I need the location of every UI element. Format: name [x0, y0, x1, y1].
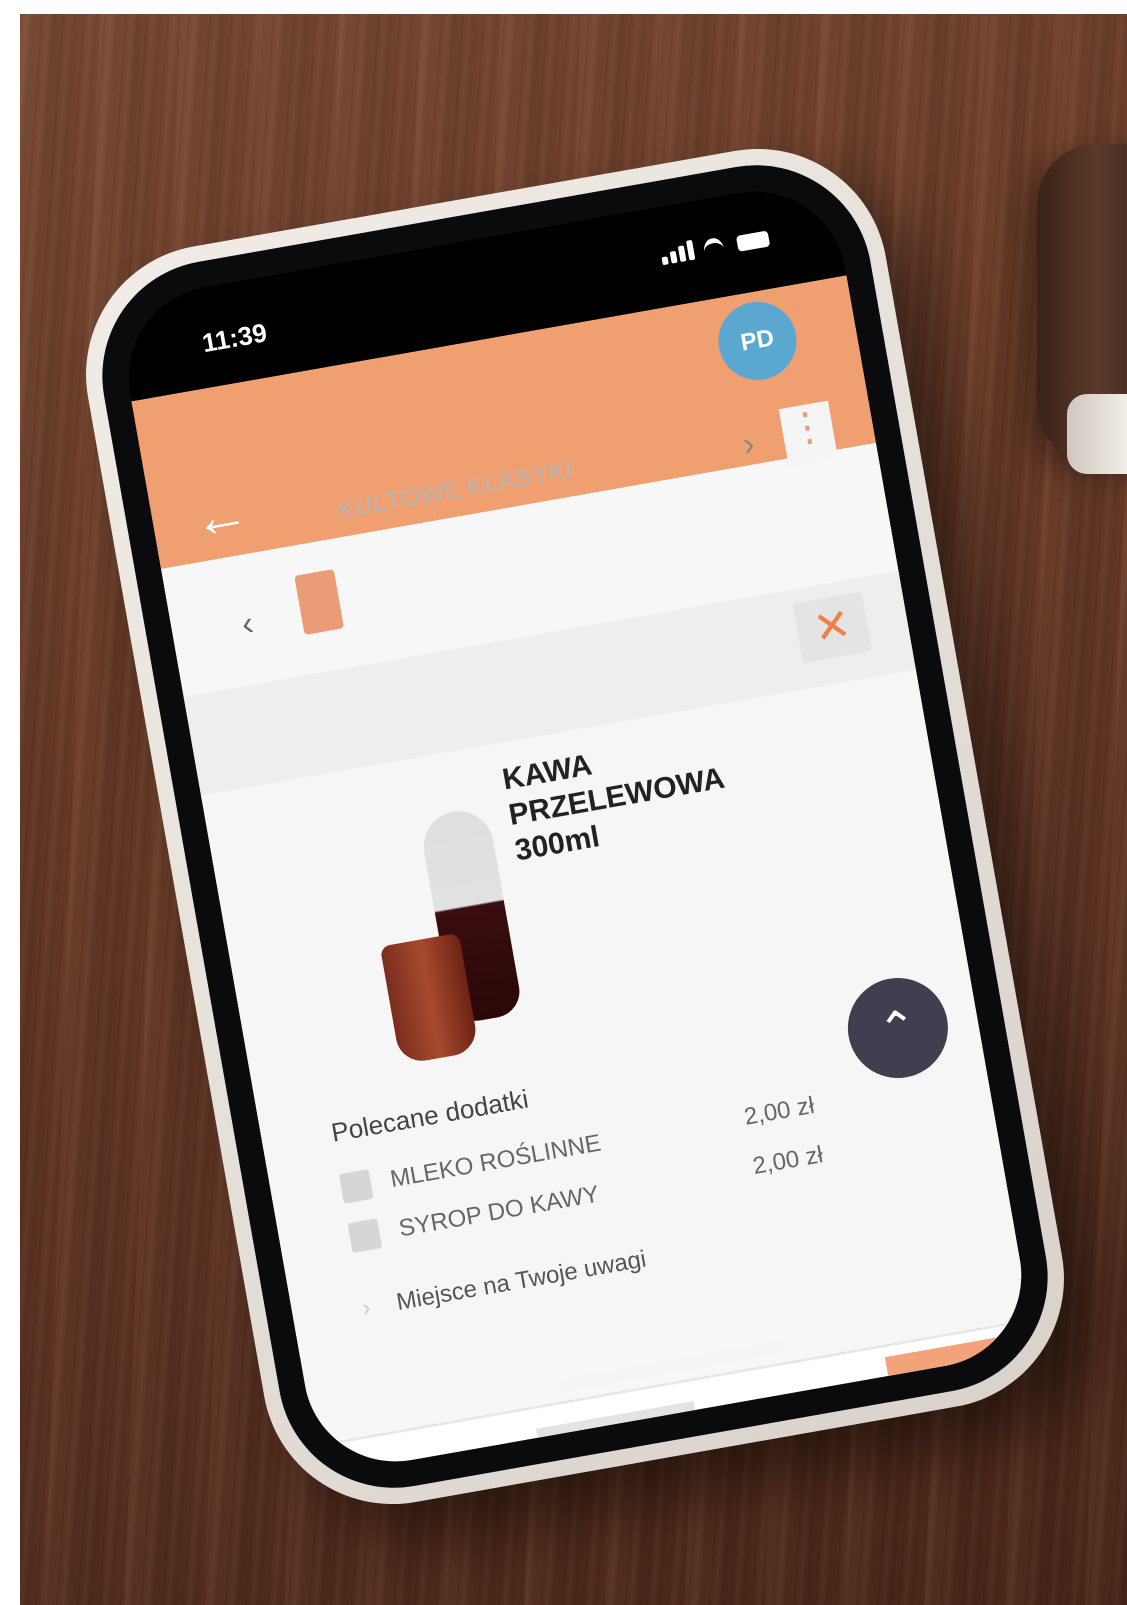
category-thumbnail	[294, 569, 345, 636]
arrow-left-icon[interactable]: ←	[188, 479, 254, 551]
status-icons	[659, 227, 771, 266]
user-avatar[interactable]: PD	[712, 295, 803, 387]
plus-button[interactable]: +	[661, 1419, 681, 1452]
smartphone: 11:39 PD ← ‹ KULTOWE KLASYKI › ⋮ ✕ KAWA …	[65, 128, 1085, 1525]
wifi-icon	[700, 234, 731, 259]
close-icon[interactable]: ✕	[792, 591, 872, 663]
quantity-stepper[interactable]: - 1 +	[536, 1401, 705, 1476]
chevron-right-icon: ›	[360, 1294, 373, 1323]
cancel-button[interactable]: Anuluj	[754, 1390, 819, 1426]
phone-screen: 11:39 PD ← ‹ KULTOWE KLASYKI › ⋮ ✕ KAWA …	[114, 177, 1036, 1476]
status-time: 11:39	[199, 317, 270, 359]
dots-vertical-icon[interactable]: ⋮	[778, 400, 839, 469]
extra-checkbox[interactable]	[338, 1169, 374, 1204]
minus-button[interactable]: -	[558, 1438, 572, 1470]
battery-icon	[735, 230, 771, 252]
extra-price: 2,00 zł	[742, 1091, 817, 1131]
product-name: KAWA PRZELEWOWA 300ml	[500, 748, 726, 868]
quantity-value: 1	[606, 1428, 627, 1461]
extra-price: 2,00 zł	[750, 1141, 826, 1181]
app-view: PD ← ‹ KULTOWE KLASYKI › ⋮ ✕ KAWA PRZELE…	[131, 275, 1036, 1476]
phone-bezel: 11:39 PD ← ‹ KULTOWE KLASYKI › ⋮ ✕ KAWA …	[83, 146, 1067, 1507]
chevron-left-icon[interactable]: ‹	[239, 604, 257, 644]
signal-icon	[659, 239, 696, 266]
wooden-table-photo: 11:39 PD ← ‹ KULTOWE KLASYKI › ⋮ ✕ KAWA …	[20, 14, 1127, 1605]
total-price: 13,00 zł	[379, 1442, 498, 1476]
product-details: KAWA PRZELEWOWA 300ml Polecane dodatki M…	[200, 669, 1031, 1446]
extra-checkbox[interactable]	[347, 1218, 383, 1254]
chevron-up-icon[interactable]: ⌃	[839, 970, 956, 1086]
note-label: Miejsce na Twoje uwagi	[394, 1245, 649, 1316]
mug-rim	[1067, 394, 1127, 474]
note-toggle[interactable]: › Miejsce na Twoje uwagi	[360, 1245, 648, 1323]
image-border-top	[0, 0, 1127, 14]
add-button[interactable]: DODAJ	[884, 1334, 1024, 1419]
image-border-left	[0, 0, 20, 1605]
phone-notch	[323, 213, 631, 328]
